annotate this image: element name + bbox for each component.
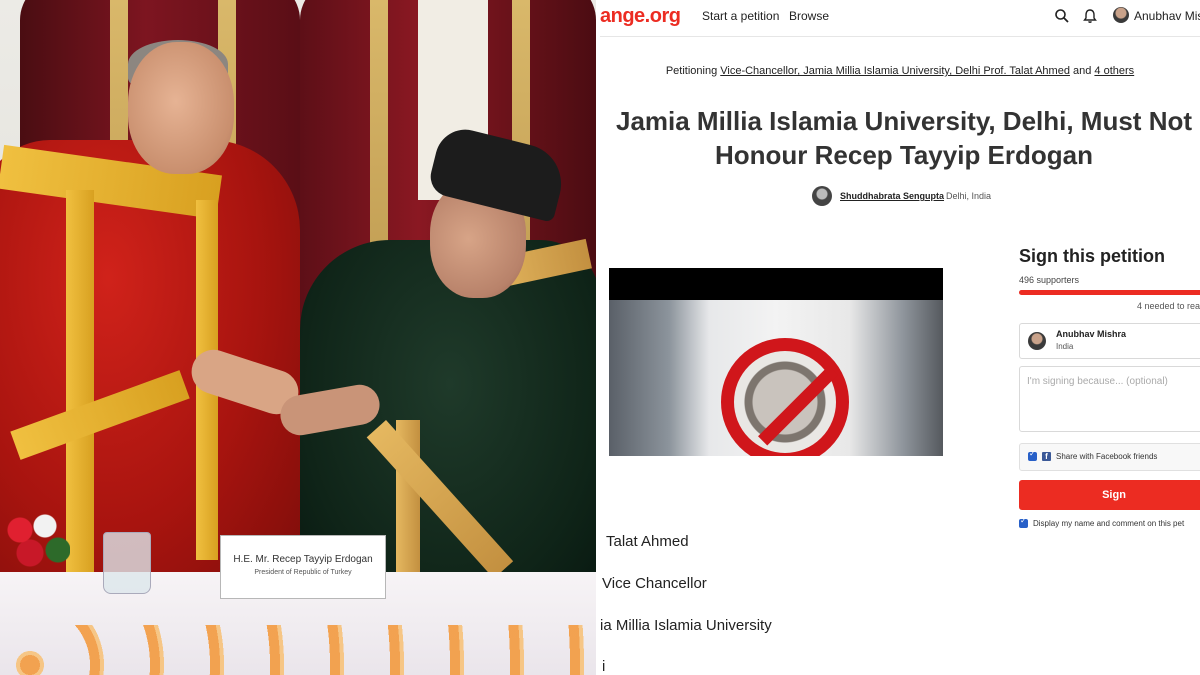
sign-button[interactable]: Sign xyxy=(1019,480,1200,510)
prohibition-sign-icon xyxy=(721,338,849,456)
nameplate-name: H.E. Mr. Recep Tayyip Erdogan xyxy=(233,554,373,565)
prohibition-bar xyxy=(758,365,838,446)
letter-line: ia Millia Islamia University xyxy=(600,617,772,634)
author-avatar[interactable] xyxy=(812,186,832,206)
nav-start-petition[interactable]: Start a petition xyxy=(702,9,779,23)
share-facebook-row[interactable]: f Share with Facebook friends xyxy=(1019,443,1200,471)
supporter-count: 496 supporters xyxy=(1019,275,1080,285)
signer-name: Anubhav Mishra xyxy=(1056,329,1127,339)
letter-line: i xyxy=(602,658,606,675)
letter-line: Talat Ahmed xyxy=(606,533,689,550)
flowers-foreground xyxy=(0,625,596,675)
nameplate: H.E. Mr. Recep Tayyip Erdogan President … xyxy=(220,535,386,599)
user-name[interactable]: Anubhav Mis xyxy=(1134,9,1200,23)
share-facebook-label: Share with Facebook friends xyxy=(1056,452,1158,461)
nav-browse[interactable]: Browse xyxy=(789,9,829,23)
protest-photo xyxy=(609,300,943,456)
petitioning-prefix: Petitioning xyxy=(665,65,721,77)
title-line-2: Honour Recep Tayyip Erdogan xyxy=(714,140,1093,170)
display-name-checkbox[interactable] xyxy=(1019,516,1028,528)
reason-placeholder: I'm signing because... (optional) xyxy=(1027,376,1168,387)
search-icon[interactable] xyxy=(1054,8,1070,24)
signer-avatar xyxy=(1028,332,1046,350)
petition-page: ange.org Start a petition Browse Anubhav… xyxy=(600,0,1200,675)
water-glass xyxy=(103,532,151,594)
petitioning-and: and xyxy=(1069,65,1095,77)
bell-icon[interactable] xyxy=(1082,8,1098,24)
gown-trim xyxy=(66,190,94,580)
needed-count: 4 needed to rea xyxy=(1137,301,1200,311)
top-bar: ange.org Start a petition Browse Anubhav… xyxy=(600,0,1200,37)
flower-arrangement xyxy=(0,508,70,578)
photo-erdogan-handshake: H.E. Mr. Recep Tayyip Erdogan President … xyxy=(0,0,596,675)
site-logo[interactable]: ange.org xyxy=(600,5,681,28)
signer-location: India xyxy=(1056,342,1074,351)
nameplate-subtitle: President of Republic of Turkey xyxy=(254,569,352,576)
share-facebook-checkbox[interactable] xyxy=(1028,449,1037,461)
author-name-link[interactable]: Shuddhabrata Sengupta xyxy=(840,191,944,201)
letter-line: Vice Chancellor xyxy=(602,575,707,592)
user-avatar[interactable] xyxy=(1113,7,1129,23)
progress-bar xyxy=(1019,290,1200,295)
facebook-icon: f xyxy=(1042,452,1051,461)
reason-textarea[interactable]: I'm signing because... (optional) xyxy=(1019,366,1200,432)
figure-head-left xyxy=(128,42,234,174)
signer-info[interactable]: Anubhav Mishra India xyxy=(1019,323,1200,359)
sign-panel: Sign this petition 496 supporters 4 need… xyxy=(1019,240,1200,540)
petitioning-others-link[interactable]: 4 others xyxy=(1094,65,1134,77)
author-location: Delhi, India xyxy=(946,191,992,201)
progress-fill xyxy=(1019,290,1200,295)
petitioning-target-link[interactable]: Vice-Chancellor, Jamia Millia Islamia Un… xyxy=(720,65,1070,77)
petition-title: Jamia Millia Islamia University, Delhi, … xyxy=(604,104,1200,172)
sign-title: Sign this petition xyxy=(1019,246,1165,266)
title-line-1: Jamia Millia Islamia University, Delhi, … xyxy=(615,106,1193,136)
petition-image xyxy=(609,268,943,456)
display-name-label: Display my name and comment on this pet xyxy=(1033,519,1185,528)
petitioning-line: Petitioning Vice-Chancellor, Jamia Milli… xyxy=(600,65,1200,77)
